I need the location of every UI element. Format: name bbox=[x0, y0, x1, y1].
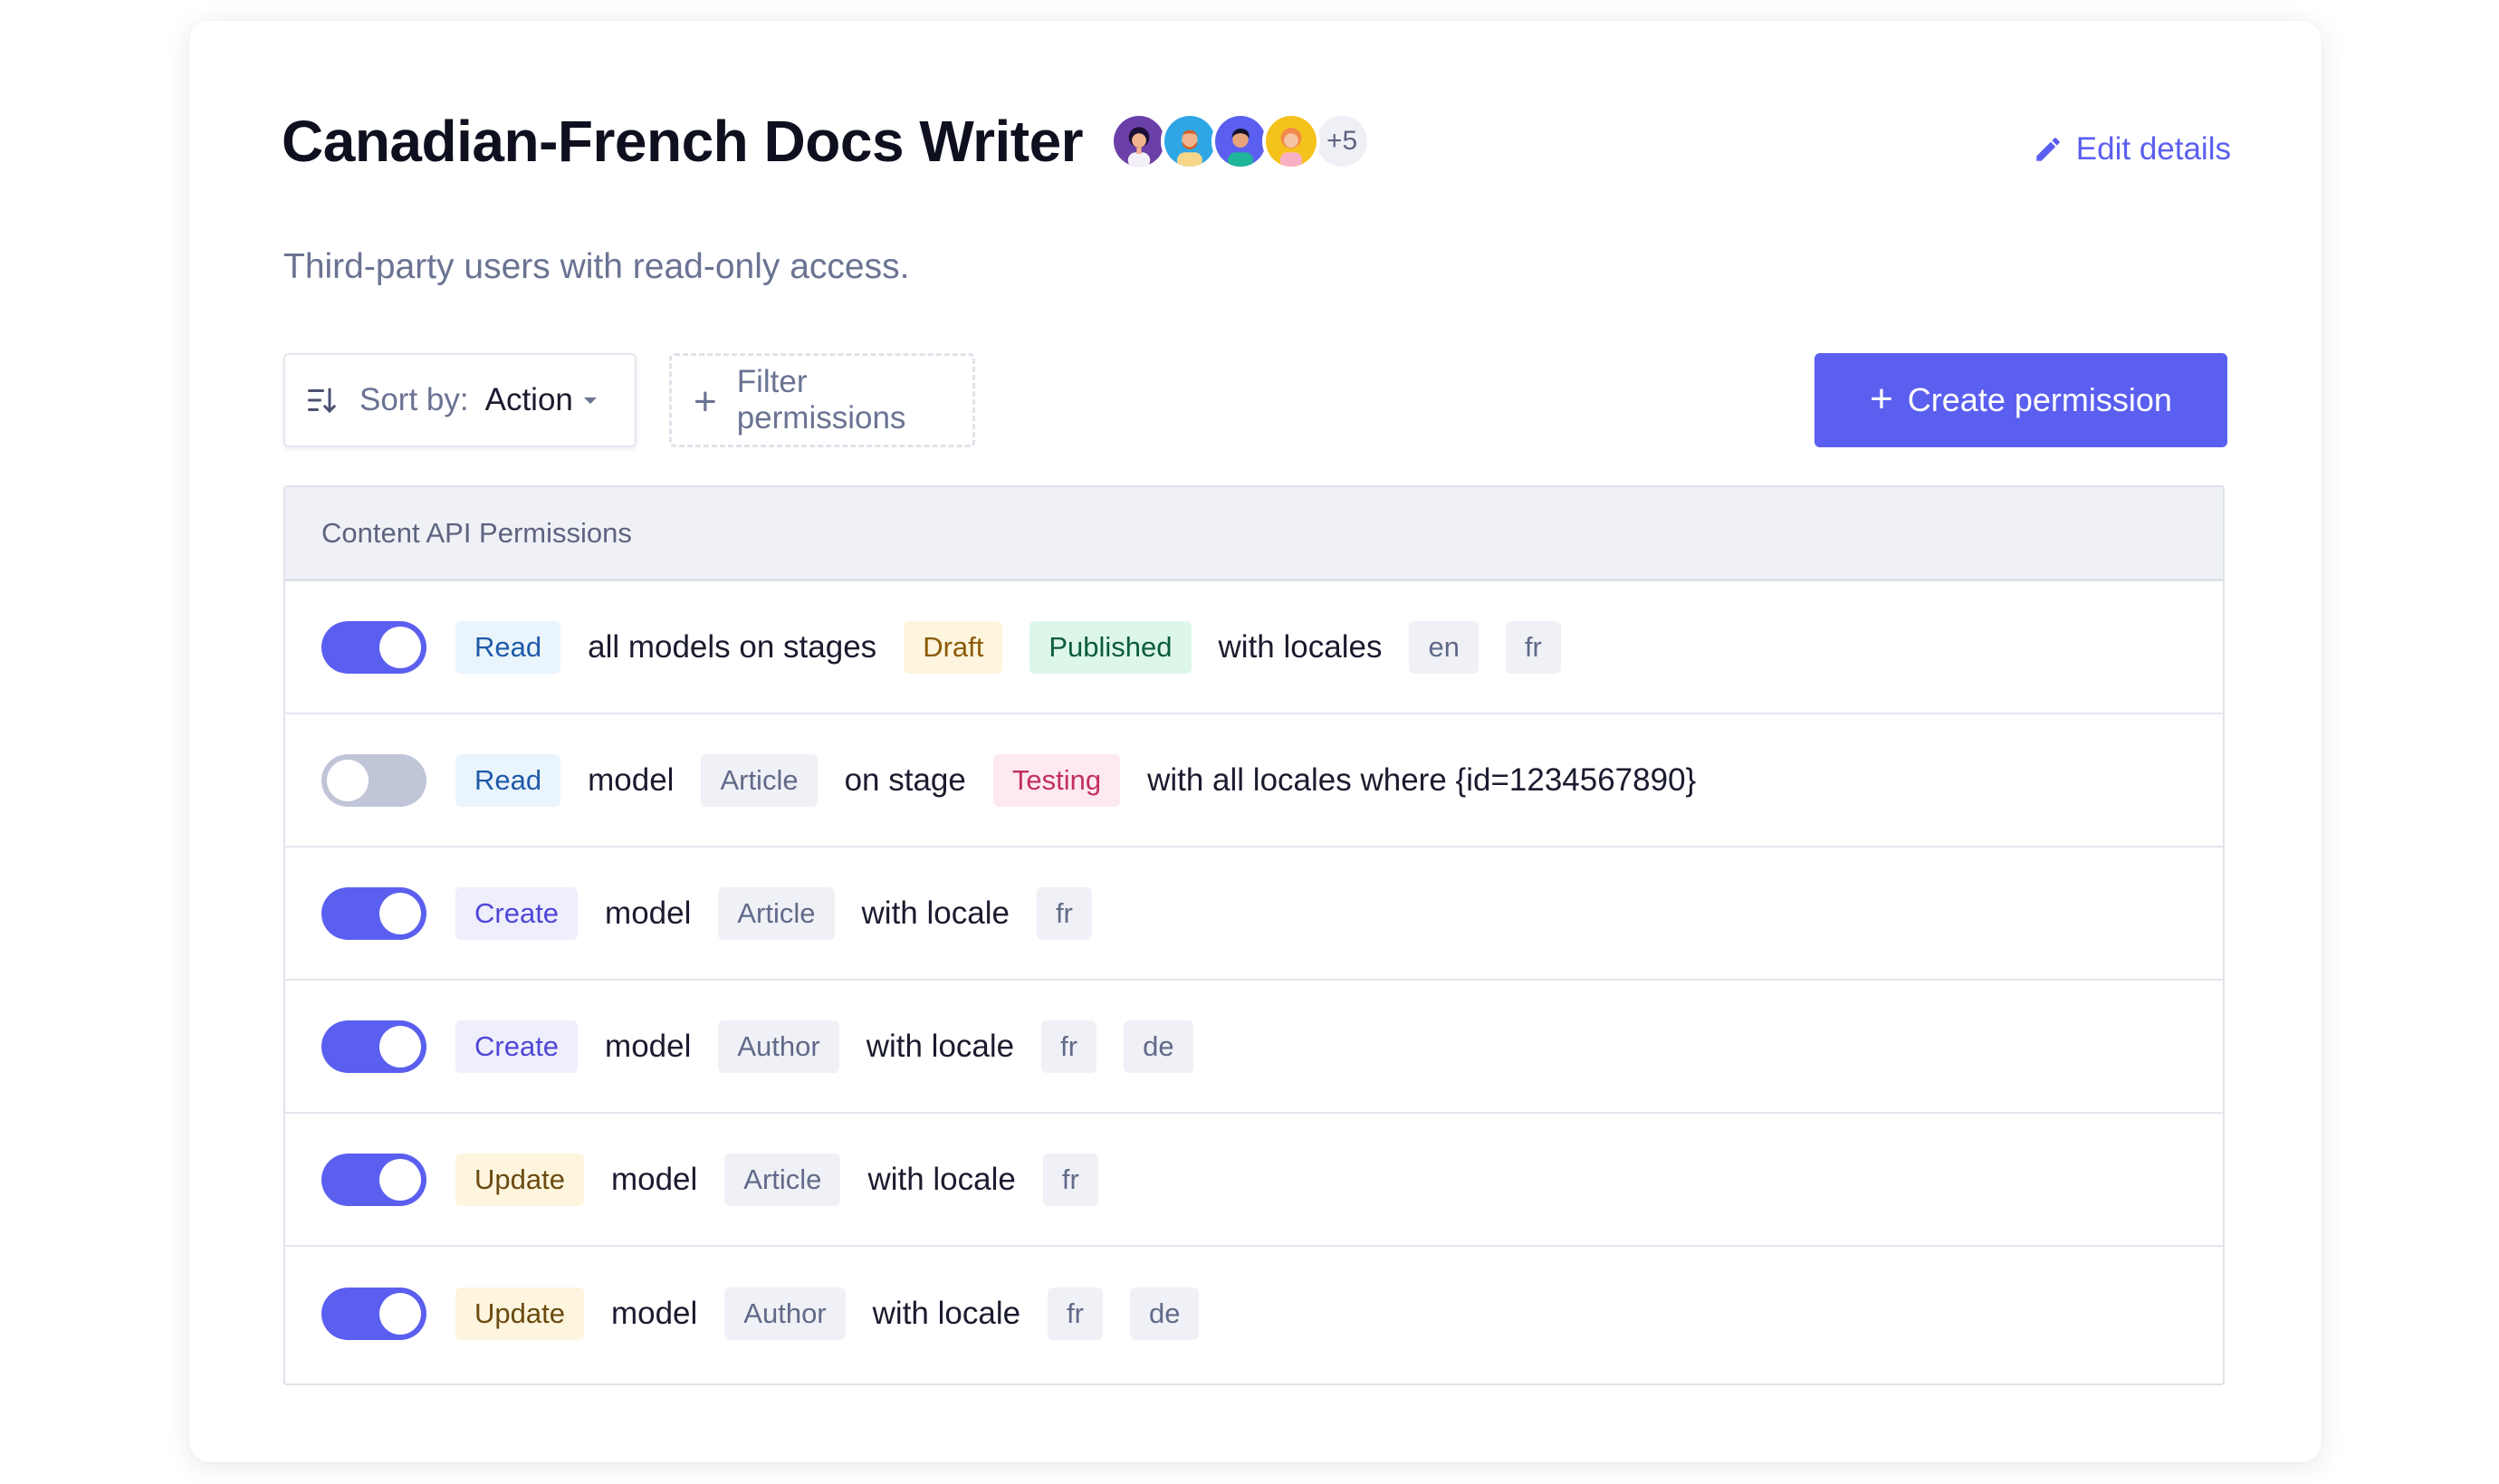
avatar-woman-blonde-icon bbox=[1266, 116, 1317, 167]
create-permission-label: Create permission bbox=[1907, 381, 2172, 418]
member-avatars[interactable]: +5 bbox=[1110, 112, 1372, 170]
row-text: with locale bbox=[872, 1295, 1021, 1331]
row-text: model bbox=[610, 1295, 698, 1331]
row-text: with locales bbox=[1218, 628, 1383, 665]
row-text: on stage bbox=[844, 761, 966, 798]
stage-badge: Published bbox=[1029, 620, 1192, 674]
row-text: model bbox=[588, 761, 675, 798]
row-text: model bbox=[610, 1161, 698, 1197]
row-text: with locale bbox=[867, 1161, 1016, 1197]
locale-badge: fr bbox=[1042, 1153, 1098, 1206]
locale-badge: de bbox=[1130, 1287, 1200, 1340]
action-badge: Read bbox=[455, 620, 561, 674]
avatars-more-count[interactable]: +5 bbox=[1313, 112, 1372, 170]
filter-permissions-button[interactable]: + Filter permissions bbox=[669, 353, 975, 447]
table-row: Read all models on stages Draft Publishe… bbox=[285, 581, 2223, 714]
sort-value: Action bbox=[484, 382, 573, 417]
edit-details-label: Edit details bbox=[2075, 131, 2231, 167]
table-header: Content API Permissions bbox=[285, 487, 2223, 581]
avatar[interactable] bbox=[1211, 112, 1270, 170]
permission-toggle[interactable] bbox=[321, 886, 426, 940]
locale-badge: fr bbox=[1048, 1287, 1103, 1340]
model-badge: Article bbox=[701, 753, 818, 807]
row-text: all models on stages bbox=[588, 628, 877, 665]
plus-icon: + bbox=[1870, 377, 1893, 421]
permission-toggle[interactable] bbox=[321, 1153, 426, 1206]
locale-badge: fr bbox=[1041, 1020, 1097, 1073]
edit-details-link[interactable]: Edit details bbox=[2033, 131, 2231, 168]
avatar[interactable] bbox=[1110, 112, 1169, 170]
filter-permissions-label: Filter permissions bbox=[736, 364, 906, 436]
permission-toggle[interactable] bbox=[321, 753, 426, 807]
action-badge: Create bbox=[455, 886, 579, 940]
row-text: with locale bbox=[866, 1028, 1015, 1064]
title-row: Canadian-French Docs Writer +5 bbox=[282, 108, 1372, 175]
action-badge: Create bbox=[455, 1020, 579, 1073]
locale-badge: fr bbox=[1505, 620, 1561, 674]
row-text: model bbox=[605, 895, 692, 931]
action-badge: Update bbox=[455, 1153, 584, 1206]
sort-dropdown[interactable]: Sort by: Action bbox=[283, 353, 637, 447]
permissions-table: Content API Permissions Read all models … bbox=[283, 485, 2225, 1385]
table-row: Create model Author with locale fr de bbox=[285, 981, 2223, 1114]
table-row: Update model Article with locale fr bbox=[285, 1114, 2223, 1247]
permission-toggle[interactable] bbox=[321, 1020, 426, 1073]
avatar-man-icon bbox=[1215, 116, 1267, 167]
row-text: model bbox=[605, 1028, 692, 1064]
table-row: Create model Article with locale fr bbox=[285, 847, 2223, 981]
table-row: Update model Author with locale fr de bbox=[285, 1247, 2223, 1380]
action-badge: Read bbox=[455, 753, 561, 807]
action-badge: Update bbox=[455, 1287, 584, 1340]
role-card: Canadian-French Docs Writer +5 Edit deta… bbox=[189, 21, 2322, 1462]
model-badge: Author bbox=[718, 1020, 839, 1073]
caret-down-icon bbox=[583, 397, 597, 404]
permission-toggle[interactable] bbox=[321, 1287, 426, 1340]
avatar-man-beard-icon bbox=[1164, 116, 1216, 167]
avatar[interactable] bbox=[1161, 112, 1220, 170]
sort-label: Sort by: bbox=[359, 382, 469, 417]
page-title: Canadian-French Docs Writer bbox=[282, 109, 1084, 174]
page-subtitle: Third-party users with read-only access. bbox=[283, 247, 910, 286]
locale-badge: fr bbox=[1036, 886, 1092, 940]
stage-badge: Testing bbox=[992, 753, 1121, 807]
locale-badge: en bbox=[1409, 620, 1479, 674]
create-permission-button[interactable]: + Create permission bbox=[1814, 353, 2227, 447]
model-badge: Author bbox=[724, 1287, 846, 1340]
avatar[interactable] bbox=[1262, 112, 1321, 170]
pencil-icon bbox=[2036, 138, 2060, 161]
row-text: with locale bbox=[861, 895, 1010, 931]
model-badge: Article bbox=[718, 886, 835, 940]
table-row: Read model Article on stage Testing with… bbox=[285, 714, 2223, 847]
sort-icon bbox=[308, 388, 336, 414]
stage-badge: Draft bbox=[904, 620, 1003, 674]
model-badge: Article bbox=[724, 1153, 841, 1206]
permission-toggle[interactable] bbox=[321, 620, 426, 674]
plus-icon: + bbox=[694, 379, 717, 424]
row-text: with all locales where {id=1234567890} bbox=[1147, 761, 1697, 798]
avatar-woman-icon bbox=[1114, 116, 1165, 167]
locale-badge: de bbox=[1124, 1020, 1193, 1073]
